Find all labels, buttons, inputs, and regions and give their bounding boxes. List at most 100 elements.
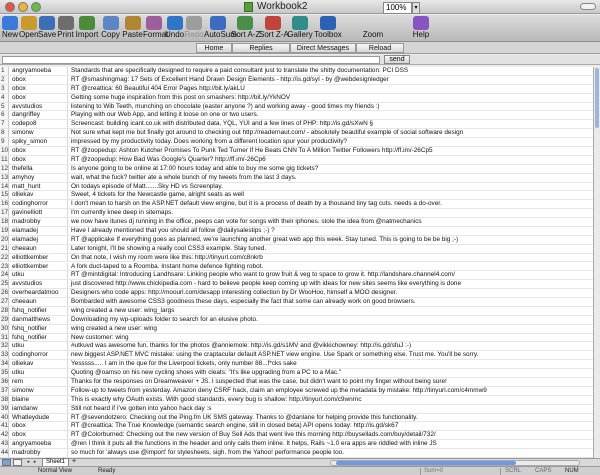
toolbar-button-sort-z-a[interactable]: Sort Z-A bbox=[259, 15, 289, 42]
tab-replies[interactable]: Replies bbox=[232, 43, 290, 53]
user-cell[interactable]: utku bbox=[10, 342, 68, 351]
tweet-cell[interactable]: This is exactly why OAuth exists. With g… bbox=[69, 396, 593, 404]
tweet-cell[interactable]: On todays episode of Matt.......Sky HD v… bbox=[69, 183, 593, 191]
table-row[interactable]: 19 elamadej Have I already mentioned that … bbox=[0, 226, 593, 236]
user-cell[interactable]: elamadej bbox=[10, 235, 68, 244]
user-cell[interactable]: obox bbox=[10, 155, 68, 164]
table-row[interactable]: 17 gavinelliott I'm currently knee deep in… bbox=[0, 209, 593, 219]
tweet-cell[interactable]: so much for 'always use @import' for sty… bbox=[69, 449, 593, 457]
zoom-window-button[interactable] bbox=[31, 2, 41, 12]
user-cell[interactable]: codepo8 bbox=[10, 120, 68, 129]
user-cell[interactable]: obox bbox=[10, 93, 68, 102]
toolbar-button-sort-a-z[interactable]: Sort A-Z bbox=[231, 15, 260, 42]
first-sheet-arrow-icon[interactable]: ◂ bbox=[25, 459, 31, 466]
tweet-cell[interactable]: Designers who code apps: http://moourl.c… bbox=[69, 289, 593, 297]
table-row[interactable]: 41 obox RT @creattica: The True Knowledge … bbox=[0, 422, 593, 432]
user-cell[interactable]: utku bbox=[10, 271, 68, 280]
user-cell[interactable]: spiky_simon bbox=[10, 138, 68, 146]
toolbar-button-undo[interactable]: Undo bbox=[165, 15, 184, 42]
user-cell[interactable]: Whatleydude bbox=[10, 413, 68, 422]
minimize-window-button[interactable] bbox=[18, 2, 28, 12]
tweet-cell[interactable]: Later tonight, I'll be showing a really … bbox=[69, 245, 593, 253]
tweet-cell[interactable]: RT @Colorburned: Checking out the new ve… bbox=[69, 431, 593, 439]
user-cell[interactable]: angryamoeba bbox=[10, 67, 68, 75]
user-cell[interactable]: obox bbox=[10, 422, 68, 431]
tweet-cell[interactable]: wing created a new user: wing bbox=[69, 325, 593, 333]
page-layout-view-button[interactable] bbox=[13, 459, 22, 466]
user-cell[interactable]: fshq_notifier bbox=[10, 324, 68, 333]
add-sheet-button[interactable]: + bbox=[70, 458, 78, 466]
table-row[interactable]: 11 obox RT @zoopedup: How Bad Was Google's… bbox=[0, 155, 593, 165]
user-cell[interactable]: utku bbox=[10, 369, 68, 377]
table-row[interactable]: 29 danmatthews Downloading my wp-uploads f… bbox=[0, 315, 593, 325]
toolbar-toggle-button[interactable] bbox=[580, 3, 596, 10]
table-row[interactable]: 20 elamadej RT @applicake If everything go… bbox=[0, 235, 593, 245]
table-row[interactable]: 22 elliottkember On that note, I wish my r… bbox=[0, 253, 593, 263]
tweet-cell[interactable]: RT @creattica: 60 Beautiful 404 Error Pa… bbox=[69, 85, 593, 93]
user-cell[interactable]: matt_hunt bbox=[10, 182, 68, 191]
table-row[interactable]: 38 blaine This is exactly why OAuth exists… bbox=[0, 395, 593, 405]
tweet-cell[interactable]: Have I already mentioned that you should… bbox=[69, 227, 593, 235]
tweet-cell[interactable]: we now have itunes dj running in the off… bbox=[69, 218, 593, 226]
table-row[interactable]: 25 avvstudios just discovered http://www.c… bbox=[0, 280, 593, 290]
toolbar-button-copy[interactable]: Copy bbox=[99, 15, 122, 42]
user-cell[interactable]: rem bbox=[10, 378, 68, 386]
toolbar-button-paste[interactable]: Paste bbox=[122, 15, 143, 42]
table-row[interactable]: 40 Whatleydude RT @sevendotzero: Checking … bbox=[0, 413, 593, 423]
table-row[interactable]: 7 codepo8 Screencast: building icant.co.uk… bbox=[0, 120, 593, 130]
user-cell[interactable]: simonw bbox=[10, 386, 68, 395]
table-row[interactable]: 31 fshq_notifier New customer: wing bbox=[0, 333, 593, 343]
horizontal-scroll-thumb[interactable] bbox=[336, 461, 516, 465]
toolbar-button-autosum[interactable]: AutoSum bbox=[204, 15, 237, 42]
tweet-cell[interactable]: I don't mean to harsh on the ASP.NET def… bbox=[69, 200, 593, 208]
tab-home[interactable]: Home bbox=[196, 43, 232, 53]
table-row[interactable]: 28 fshq_notifier wing created a new user: … bbox=[0, 306, 593, 316]
user-cell[interactable]: fshq_notifier bbox=[10, 306, 68, 315]
table-row[interactable]: 6 dangriffey Playing with our Web App, and… bbox=[0, 111, 593, 121]
user-cell[interactable]: olliekav bbox=[10, 360, 68, 369]
user-cell[interactable]: fshq_notifier bbox=[10, 333, 68, 342]
tweet-cell[interactable]: RT @creattica: The True Knowledge (seman… bbox=[69, 422, 593, 430]
user-cell[interactable]: madrobby bbox=[10, 449, 68, 457]
user-cell[interactable]: obox bbox=[10, 75, 68, 84]
tweet-cell[interactable]: wing created a new user: wing_largs bbox=[69, 307, 593, 315]
tweet-cell[interactable]: listening to Wib Teeth, munching on choc… bbox=[69, 103, 593, 111]
zoom-dropdown-arrow[interactable]: ▾ bbox=[412, 2, 420, 14]
table-row[interactable]: 43 angryamoeba @ren I think it puts all th… bbox=[0, 440, 593, 450]
table-row[interactable]: 34 olliekav Yesssss..... I am in the que f… bbox=[0, 360, 593, 370]
table-row[interactable]: 2 obox RT @smashingmag: 17 Sets of Excelle… bbox=[0, 75, 593, 85]
toolbar-button-new[interactable]: New bbox=[1, 15, 19, 42]
tweet-cell[interactable]: RT @mintdigital: Introducing Landhsare: … bbox=[69, 271, 593, 279]
table-row[interactable]: 32 utku #utkuvd was awesome fun, thanks fo… bbox=[0, 342, 593, 352]
tweet-cell[interactable]: Yesssss..... I am in the que for the Liv… bbox=[69, 360, 593, 368]
table-row[interactable]: 35 utku Quoting @oamso on his new cycling … bbox=[0, 369, 593, 378]
vertical-scroll-thumb[interactable] bbox=[595, 68, 599, 128]
table-row[interactable]: 1 angryamoeba Standards that are specifica… bbox=[0, 67, 593, 76]
tweet-cell[interactable]: New customer: wing bbox=[69, 334, 593, 342]
table-row[interactable]: 15 olliekav Sweet, 4 tickets for the Newca… bbox=[0, 191, 593, 201]
user-cell[interactable]: iamdanw bbox=[10, 404, 68, 413]
table-row[interactable]: 16 codinghorror I don't mean to harsh on t… bbox=[0, 200, 593, 210]
table-row[interactable]: 21 cheeaun Later tonight, I'll be showing … bbox=[0, 244, 593, 254]
tweet-cell[interactable]: I'm currently knee deep in sitemaps. bbox=[69, 209, 593, 217]
tweet-cell[interactable]: Is anyone going to be online at 17:00 ho… bbox=[69, 165, 593, 173]
table-row[interactable]: 10 obox RT @zoopedup: Ashton Kutcher Promi… bbox=[0, 146, 593, 156]
tweet-cell[interactable]: wait, what the fuck? twitter ate a whole… bbox=[69, 174, 593, 182]
user-cell[interactable]: codinghorror bbox=[10, 200, 68, 209]
toolbar-button-redo[interactable]: Redo bbox=[184, 15, 204, 42]
tweet-cell[interactable]: Sweet, 4 tickets for the Newcastle game,… bbox=[69, 191, 593, 199]
tweet-cell[interactable]: RT @zoopedup: How Bad Was Google's Quart… bbox=[69, 156, 593, 164]
tweet-cell[interactable]: impressed by my productivity today. Does… bbox=[69, 138, 593, 146]
user-cell[interactable]: danmatthews bbox=[10, 315, 68, 324]
user-cell[interactable]: elliottkember bbox=[10, 253, 68, 262]
toolbar-button-zoom[interactable]: Zoom bbox=[360, 15, 386, 42]
spreadsheet-grid[interactable]: 1 angryamoeba Standards that are specifica… bbox=[0, 67, 593, 458]
tweet-cell[interactable]: Playing with our Web App, and letting it… bbox=[69, 111, 593, 119]
tab-direct-messages[interactable]: Direct Messages bbox=[290, 43, 356, 53]
user-cell[interactable]: avvstudios bbox=[10, 102, 68, 111]
tweet-cell[interactable]: RT @applicake If everything goes as plan… bbox=[69, 236, 593, 244]
tab-reload[interactable]: Reload bbox=[356, 43, 404, 53]
close-window-button[interactable] bbox=[5, 2, 15, 12]
tweet-cell[interactable]: A fork duct-taped to a Roomba. Instant h… bbox=[69, 263, 593, 271]
tweet-cell[interactable]: Not sure what kept me but finally got ar… bbox=[69, 129, 593, 137]
